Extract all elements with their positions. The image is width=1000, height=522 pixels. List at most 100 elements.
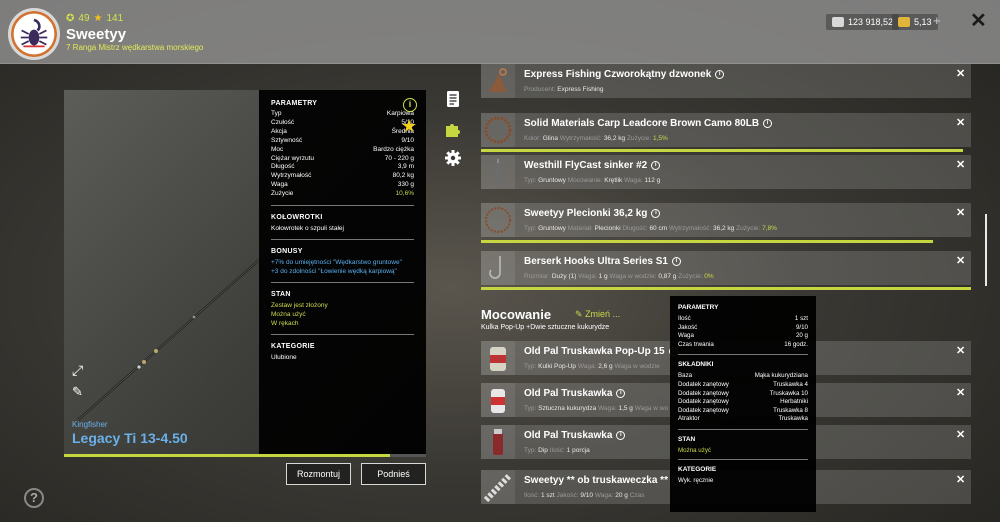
wear-bar	[481, 240, 933, 243]
param-row: Czułość 5/10	[271, 119, 414, 128]
remove-icon[interactable]: ✕	[956, 158, 965, 171]
item-name: Old Pal Truskawka i	[524, 430, 626, 441]
detail-key: Ilość:	[524, 492, 540, 499]
item-details: Typ: Dip Ilość: 1 porcja	[524, 447, 590, 454]
info-icon[interactable]: i	[715, 69, 725, 79]
detail-key: Typ:	[524, 363, 537, 370]
detail-value: 0%	[704, 273, 714, 280]
detail-key: Waga w wodzie	[614, 363, 660, 370]
document-icon[interactable]	[444, 90, 462, 108]
tackle-item[interactable]: Solid Materials Carp Leadcore Brown Camo…	[481, 113, 971, 147]
item-details: Producent: Express Fishing	[524, 86, 604, 93]
detail-value: Krętlik	[604, 177, 623, 184]
detail-key: Jakość:	[556, 492, 579, 499]
item-details: Typ: Sztuczna kukurydza Waga: 1,5 g Waga…	[524, 405, 668, 412]
item-name: Old Pal Truskawka i	[524, 388, 626, 399]
help-icon[interactable]: ?	[24, 488, 44, 508]
remove-icon[interactable]: ✕	[956, 344, 965, 357]
detail-key: Waga w wodzie:	[609, 273, 657, 280]
bonus-1: +7% do umiejętności "Wędkarstwo gruntowe…	[271, 259, 402, 267]
remove-icon[interactable]: ✕	[956, 116, 965, 129]
item-name: Old Pal Truskawka Pop-Up 15i	[524, 346, 678, 357]
info-icon[interactable]: i	[616, 430, 626, 440]
detail-value: Kulki Pop-Up	[538, 363, 577, 370]
divider	[678, 458, 808, 460]
detail-key: Materiał:	[567, 225, 593, 232]
detail-value: 2,6 g	[598, 363, 613, 370]
info-icon[interactable]: i	[651, 160, 661, 170]
remove-icon[interactable]: ✕	[956, 386, 965, 399]
param-label: Ciężar wyrzutu	[271, 154, 314, 162]
remove-icon[interactable]: ✕	[956, 67, 965, 80]
disassemble-button[interactable]: Rozmontuj	[286, 463, 351, 485]
edit-icon[interactable]: ✎	[72, 384, 88, 400]
category-title: KATEGORIE	[271, 343, 315, 351]
add-gold-button[interactable]: +	[933, 13, 941, 28]
detail-key: Zużycie:	[626, 135, 652, 142]
detail-value: Dip	[538, 447, 548, 454]
detail-key: Typ:	[524, 225, 537, 232]
bait-section-title: Mocowanie	[481, 307, 552, 322]
tackle-item[interactable]: Berserk Hooks Ultra Series S1 i Rozmiar: …	[481, 251, 971, 285]
detail-key: Zużycie:	[678, 273, 703, 280]
param-value: Bardzo ciężka	[373, 145, 414, 153]
favorite-star-icon[interactable]: ★	[401, 116, 417, 137]
item-details: Kolor: Glina Wytrzymałość: 36,2 kg Zużyc…	[524, 135, 668, 142]
param-label: Dodatek zanętowy	[678, 389, 729, 397]
param-value: 70 - 220 g	[384, 154, 414, 162]
detail-value: 1,5%	[652, 135, 668, 142]
param-row: Wytrzymałość 80,2 kg	[271, 172, 414, 181]
detail-value: Plecionki	[594, 225, 621, 232]
detail-value: 1 porcja	[566, 447, 590, 454]
puzzle-icon[interactable]	[444, 120, 462, 138]
detail-key: Ilość:	[549, 447, 565, 454]
info-icon[interactable]: i	[403, 98, 417, 112]
param-value: Herbatniki	[780, 398, 808, 406]
info-icon[interactable]: i	[651, 208, 661, 218]
tackle-item[interactable]: Westhill FlyCast sinker #2 i Typ: Gruntow…	[481, 155, 971, 189]
detail-key: Waga:	[594, 492, 614, 499]
tackle-item[interactable]: Sweetyy Plecionki 36,2 kg i Typ: Gruntowy…	[481, 203, 971, 237]
wear-bar	[481, 149, 963, 152]
param-row: Jakość 9/10	[678, 324, 808, 333]
detail-value: 7,8%	[762, 225, 777, 232]
dip-bottle-icon	[481, 425, 515, 459]
tooltip-category-title: KATEGORIE	[678, 465, 717, 473]
param-value: Mąka kukurydziana	[754, 372, 808, 380]
tackle-item[interactable]: Express Fishing Czworokątny dzwonek i Pro…	[481, 64, 971, 98]
divider	[271, 205, 414, 207]
detail-value: 1,5 g	[618, 405, 633, 412]
remove-icon[interactable]: ✕	[956, 206, 965, 219]
param-row: Moc Bardzo ciężka	[271, 146, 414, 155]
detail-value: 1 g	[598, 273, 608, 280]
bait-tooltip: PARAMETRY Ilość 1 szt Jakość 9/10 Waga 20 g Cz…	[670, 296, 816, 512]
param-label: Typ	[271, 110, 282, 117]
remove-icon[interactable]: ✕	[956, 428, 965, 441]
item-details: Typ: Gruntowy Mocowanie: Krętlik Waga: 1…	[524, 177, 660, 184]
boilie-jar-icon	[481, 341, 515, 375]
detail-key: Długość:	[622, 225, 648, 232]
info-icon[interactable]: i	[671, 256, 681, 266]
detail-key: Waga:	[598, 405, 617, 412]
param-row: Typ Karpiowa	[271, 110, 414, 119]
state-2: Można użyć	[271, 311, 306, 319]
param-label: Dodatek zanętowy	[678, 406, 729, 414]
info-icon[interactable]: i	[763, 118, 773, 128]
reels-title: KOŁOWROTKI	[271, 214, 323, 222]
close-icon[interactable]: ✕	[970, 8, 987, 33]
gear-icon[interactable]	[444, 149, 462, 167]
param-value: Truskawka 10	[769, 389, 808, 397]
top-bar: ✪ 49 ★ 141 Sweetyy 7 Ranga Mistrz wędkar…	[0, 0, 1000, 64]
param-label: Czas trwania	[678, 340, 714, 348]
scrollbar[interactable]	[985, 214, 987, 286]
avatar[interactable]	[8, 8, 60, 60]
param-label: Wytrzymałość	[271, 172, 312, 180]
expand-icon[interactable]: ⤢	[72, 362, 88, 378]
change-bait-button[interactable]: ✎ Zmień ...	[575, 309, 620, 320]
remove-icon[interactable]: ✕	[956, 473, 965, 486]
lift-button[interactable]: Podnieś	[361, 463, 426, 485]
remove-icon[interactable]: ✕	[956, 254, 965, 267]
info-icon[interactable]: i	[616, 388, 626, 398]
param-row: Czas trwania 16 godz.	[678, 341, 808, 350]
detail-key: Waga w wo	[634, 405, 669, 412]
